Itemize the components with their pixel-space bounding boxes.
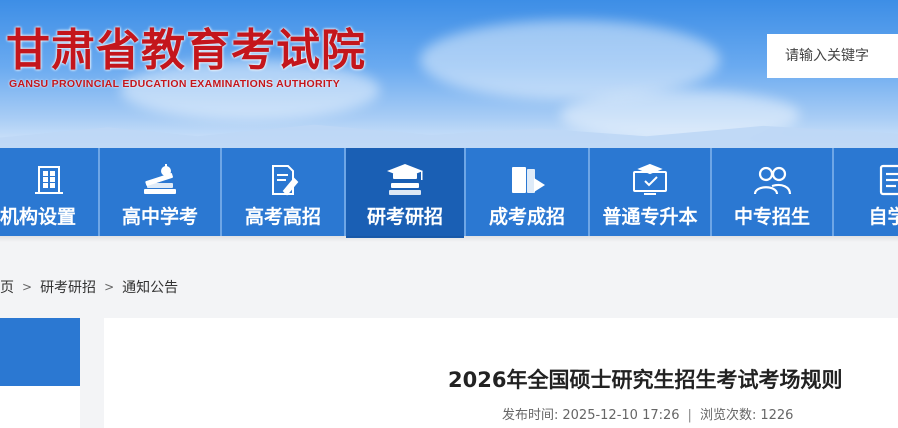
nav-label: 机构设置: [0, 206, 76, 228]
publish-label: 发布时间:: [502, 408, 559, 423]
nav-shadow: [0, 236, 898, 242]
nav-item-zhongzhuan[interactable]: 中专招生: [712, 148, 834, 236]
nav-label: 高考高招: [244, 206, 321, 228]
nav-item-zhuanshengben[interactable]: 普通专升本: [590, 148, 712, 236]
nav-label: 研考研招: [366, 206, 443, 228]
graduation-cap-icon: [385, 162, 425, 198]
breadcrumb: 首页 > 研考研招 > 通知公告: [0, 275, 178, 299]
document-pen-icon: [266, 162, 300, 198]
building-icon: [32, 162, 66, 198]
nav-label: 中专招生: [733, 206, 810, 228]
nav-item-gaozhong[interactable]: 高中学考: [100, 148, 222, 236]
site-logo-subtitle: GANSU PROVINCIAL EDUCATION EXAMINATIONS …: [9, 78, 341, 90]
breadcrumb-notice[interactable]: 通知公告: [122, 277, 178, 297]
main-nav: 机构设置 高中学考 高考高招 研考研招 成考成招 普通专升本 中专招生 自学: [0, 148, 898, 238]
nav-label: 高中学考: [121, 206, 198, 228]
views-count: 1226: [760, 408, 794, 423]
breadcrumb-home[interactable]: 首页: [0, 277, 14, 297]
book-play-icon: [507, 162, 547, 198]
users-icon: [752, 162, 792, 198]
nav-label: 成考成招: [488, 206, 565, 228]
article-title: 2026年全国硕士研究生招生考试考场规则: [448, 368, 843, 392]
document-icon: [876, 162, 898, 198]
sidebar-body: [0, 386, 80, 428]
views-label: 浏览次数:: [699, 408, 757, 423]
sidebar-header: [0, 318, 80, 386]
site-logo-title[interactable]: 甘肃省教育考试院: [6, 14, 366, 78]
books-apple-icon: [140, 162, 180, 198]
breadcrumb-yankao[interactable]: 研考研招: [40, 277, 96, 297]
monitor-cap-icon: [630, 162, 670, 198]
cloud-decoration: [420, 20, 720, 100]
nav-item-yankao[interactable]: 研考研招: [346, 148, 466, 238]
search-box[interactable]: [767, 34, 898, 78]
nav-label: 普通专升本: [602, 206, 698, 228]
nav-item-zixue[interactable]: 自学考: [834, 148, 898, 236]
nav-item-chengkao[interactable]: 成考成招: [466, 148, 590, 236]
article-meta: 发布时间: 2025-12-10 17:26 | 浏览次数: 1226: [502, 404, 793, 423]
nav-item-gaokao[interactable]: 高考高招: [222, 148, 346, 236]
breadcrumb-separator: >: [22, 280, 33, 294]
search-input[interactable]: [783, 47, 898, 65]
publish-time: 2025-12-10 17:26: [562, 408, 680, 423]
header-banner: 甘肃省教育考试院 GANSU PROVINCIAL EDUCATION EXAM…: [0, 0, 898, 148]
nav-label: 自学考: [868, 206, 898, 228]
meta-divider: |: [687, 408, 692, 423]
mountain-decoration: [0, 124, 898, 148]
nav-item-jigou[interactable]: 机构设置: [0, 148, 100, 236]
breadcrumb-separator: >: [104, 280, 115, 294]
